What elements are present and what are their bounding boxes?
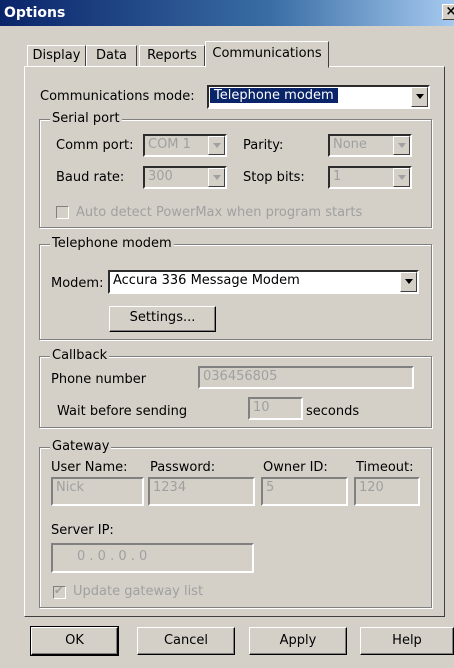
baud-rate-value: 300 xyxy=(148,169,173,184)
parity-select[interactable]: None xyxy=(328,134,412,157)
tab-reports[interactable]: Reports xyxy=(139,45,205,67)
phone-number-field[interactable]: 036456805 xyxy=(198,366,414,389)
phone-number-label: Phone number xyxy=(51,372,147,387)
baud-rate-label: Baud rate: xyxy=(56,170,125,185)
baud-rate-select[interactable]: 300 xyxy=(143,166,227,189)
ok-button[interactable]: OK xyxy=(30,626,119,656)
options-dialog: Options × Display Data Reports Communica… xyxy=(0,0,454,668)
password-label: Password: xyxy=(150,460,216,475)
update-gateway-label: Update gateway list xyxy=(73,584,204,599)
parity-value: None xyxy=(333,137,367,152)
wait-unit: seconds xyxy=(306,404,360,419)
server-ip-label: Server IP: xyxy=(51,523,114,538)
parity-label: Parity: xyxy=(243,138,284,153)
server-ip-field[interactable]: 0 . 0 . 0 . 0 xyxy=(51,543,254,573)
callback-title: Callback xyxy=(50,348,110,364)
tab-communications[interactable]: Communications xyxy=(205,41,329,68)
tab-display[interactable]: Display xyxy=(27,45,86,67)
gateway-title: Gateway xyxy=(50,439,112,455)
apply-button[interactable]: Apply xyxy=(249,627,347,655)
chevron-down-icon[interactable] xyxy=(400,272,417,292)
chevron-down-icon[interactable] xyxy=(208,136,225,155)
title-bar: Options × xyxy=(0,0,454,26)
owner-id-field[interactable]: 5 xyxy=(261,477,348,506)
tab-data[interactable]: Data xyxy=(86,45,137,67)
comm-port-label: Comm port: xyxy=(56,138,134,153)
chevron-down-icon[interactable] xyxy=(208,168,225,187)
telephone-modem-title: Telephone modem xyxy=(50,236,174,252)
user-name-field[interactable]: Nick xyxy=(51,477,144,506)
update-gateway-checkbox[interactable] xyxy=(53,584,66,599)
stop-bits-select[interactable]: 1 xyxy=(328,166,412,189)
timeout-label: Timeout: xyxy=(356,460,414,475)
stop-bits-label: Stop bits: xyxy=(243,170,305,185)
close-button[interactable]: × xyxy=(442,4,454,20)
wait-label: Wait before sending xyxy=(57,404,188,419)
comm-port-value: COM 1 xyxy=(148,137,191,152)
modem-label: Modem: xyxy=(51,276,104,291)
settings-button[interactable]: Settings... xyxy=(109,306,216,332)
chevron-down-icon[interactable] xyxy=(393,136,410,155)
auto-detect-label: Auto detect PowerMax when program starts xyxy=(76,205,363,220)
user-name-label: User Name: xyxy=(51,460,128,475)
auto-detect-checkbox[interactable] xyxy=(56,206,69,219)
timeout-field[interactable]: 120 xyxy=(354,477,420,506)
modem-value: Accura 336 Message Modem xyxy=(113,273,300,288)
window-title: Options xyxy=(4,5,66,21)
communications-mode-value: Telephone modem xyxy=(210,88,338,103)
communications-mode-label: Communications mode: xyxy=(40,89,195,104)
stop-bits-value: 1 xyxy=(333,169,342,184)
help-button[interactable]: Help xyxy=(360,627,454,655)
chevron-down-icon[interactable] xyxy=(393,168,410,187)
wait-field[interactable]: 10 xyxy=(248,397,303,420)
chevron-down-icon[interactable] xyxy=(411,87,428,107)
serial-port-title: Serial port xyxy=(50,111,122,127)
password-field[interactable]: 1234 xyxy=(148,477,255,506)
communications-mode-select[interactable]: Telephone modem xyxy=(207,85,430,109)
comm-port-select[interactable]: COM 1 xyxy=(143,134,227,157)
modem-select[interactable]: Accura 336 Message Modem xyxy=(108,270,419,294)
cancel-button[interactable]: Cancel xyxy=(137,627,235,655)
owner-id-label: Owner ID: xyxy=(263,460,328,475)
